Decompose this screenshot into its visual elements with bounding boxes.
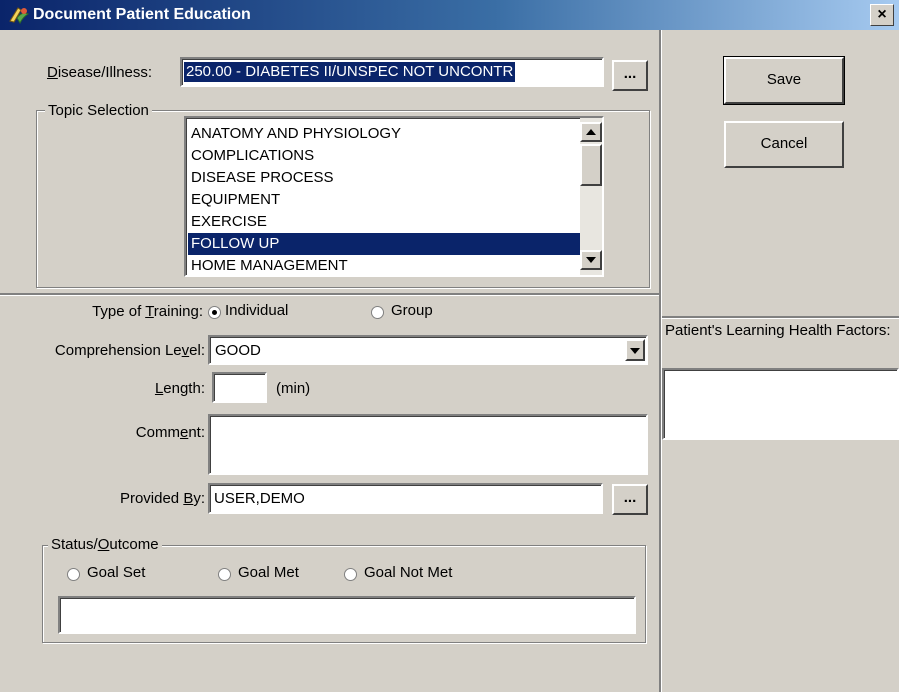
- disease-field[interactable]: 250.00 - DIABETES II/UNSPEC NOT UNCONTR: [180, 57, 604, 87]
- scroll-up-button[interactable]: [580, 122, 602, 142]
- list-item[interactable]: HOME MANAGEMENT: [188, 255, 580, 277]
- topic-list: ANATOMY AND PHYSIOLOGY COMPLICATIONS DIS…: [188, 123, 580, 277]
- cancel-button[interactable]: Cancel: [724, 121, 844, 168]
- training-group-label[interactable]: Group: [391, 302, 433, 319]
- goal-not-met-label[interactable]: Goal Not Met: [364, 564, 452, 581]
- status-outcome-field[interactable]: [58, 596, 636, 634]
- comment-textarea[interactable]: [208, 414, 648, 475]
- title-bar: Document Patient Education ×: [0, 0, 899, 30]
- list-item-selected[interactable]: FOLLOW UP: [188, 233, 580, 255]
- goal-not-met-radio[interactable]: [344, 568, 357, 581]
- learning-factors-header: Patient's Learning Health Factors:: [665, 322, 891, 339]
- section-divider: [0, 293, 660, 296]
- training-label: Type of Training:: [92, 303, 203, 320]
- goal-set-label[interactable]: Goal Set: [87, 564, 145, 581]
- disease-value: 250.00 - DIABETES II/UNSPEC NOT UNCONTR: [184, 62, 516, 82]
- disease-lookup-button[interactable]: ...: [612, 60, 648, 91]
- list-item[interactable]: COMPLICATIONS: [188, 145, 580, 167]
- topic-scrollbar[interactable]: [580, 118, 602, 275]
- provided-by-value: USER,DEMO: [214, 490, 305, 507]
- comprehension-label: Comprehension Level:: [54, 342, 205, 359]
- education-icon: [9, 7, 30, 25]
- learning-factors-list[interactable]: [662, 368, 899, 440]
- length-input[interactable]: [212, 372, 267, 403]
- topic-selection-legend: Topic Selection: [45, 102, 152, 119]
- list-item[interactable]: EXERCISE: [188, 211, 580, 233]
- comprehension-dropdown-button[interactable]: [625, 339, 645, 361]
- save-button[interactable]: Save: [723, 56, 845, 105]
- disease-label: Disease/Illness:: [47, 64, 153, 81]
- window-title: Document Patient Education: [33, 6, 251, 23]
- topic-listbox[interactable]: ANATOMY AND PHYSIOLOGY COMPLICATIONS DIS…: [184, 116, 604, 277]
- goal-met-radio[interactable]: [218, 568, 231, 581]
- close-button[interactable]: ×: [870, 4, 894, 26]
- vertical-splitter[interactable]: [659, 30, 662, 692]
- arrow-down-icon: [586, 257, 596, 263]
- arrow-up-icon: [586, 129, 596, 135]
- length-unit: (min): [276, 380, 311, 397]
- chevron-down-icon: [630, 348, 640, 354]
- length-label: Length:: [154, 380, 205, 397]
- goal-set-radio[interactable]: [67, 568, 80, 581]
- training-group-radio[interactable]: [371, 306, 384, 319]
- comment-label: Comment:: [135, 424, 205, 441]
- status-outcome-legend: Status/Outcome: [48, 536, 162, 553]
- goal-met-label[interactable]: Goal Met: [238, 564, 299, 581]
- list-item[interactable]: EQUIPMENT: [188, 189, 580, 211]
- right-pane-divider: [662, 316, 899, 319]
- provided-by-label: Provided By:: [119, 490, 205, 507]
- provided-by-lookup-button[interactable]: ...: [612, 484, 648, 515]
- training-individual-label[interactable]: Individual: [225, 302, 288, 319]
- scroll-thumb[interactable]: [580, 144, 602, 186]
- comprehension-select[interactable]: GOOD: [208, 335, 648, 365]
- list-item[interactable]: ANATOMY AND PHYSIOLOGY: [188, 123, 580, 145]
- comprehension-value: GOOD: [215, 342, 261, 359]
- scroll-down-button[interactable]: [580, 250, 602, 270]
- provided-by-field[interactable]: USER,DEMO: [208, 483, 603, 514]
- training-individual-radio[interactable]: [208, 306, 221, 319]
- list-item[interactable]: DISEASE PROCESS: [188, 167, 580, 189]
